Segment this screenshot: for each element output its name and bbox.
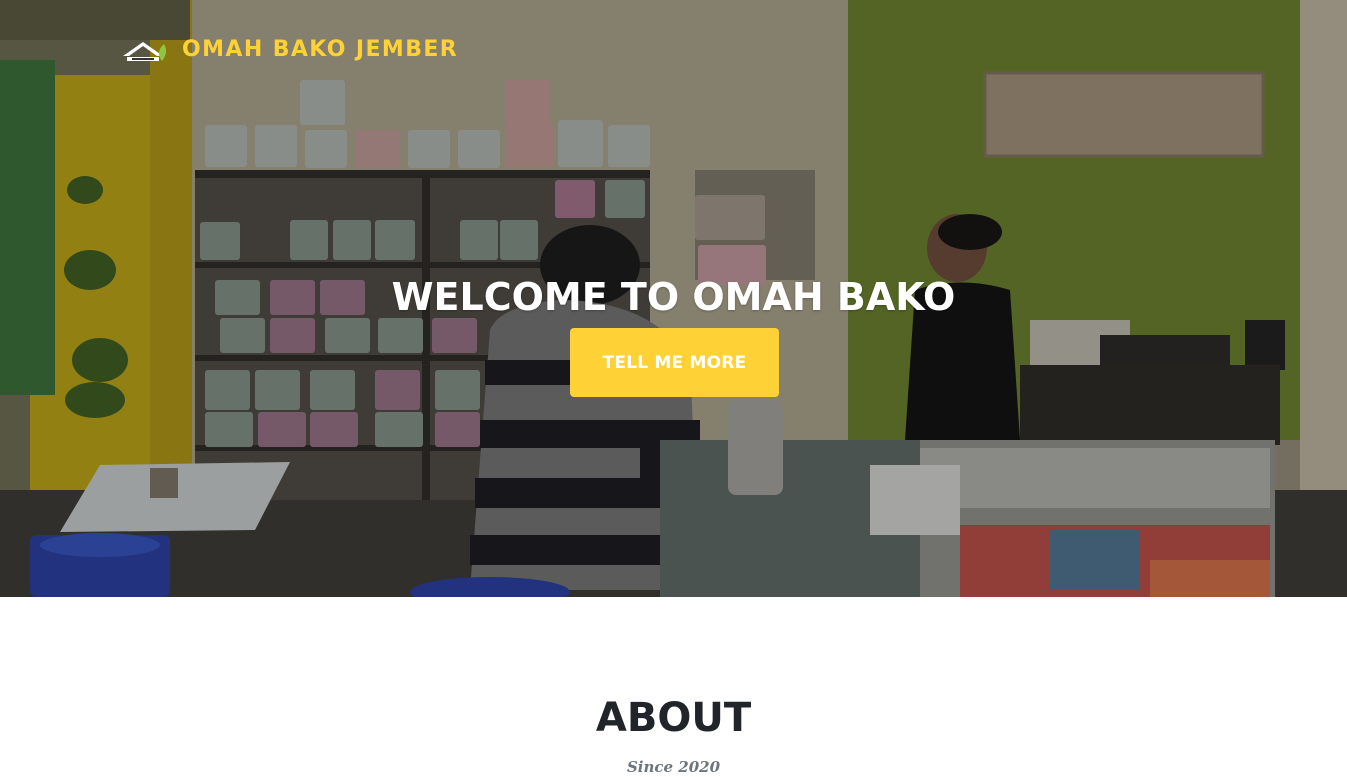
navbar-brand[interactable]: OMAH BAKO JEMBER — [121, 31, 458, 67]
hero-section: OMAH BAKO JEMBER WELCOME TO OMAH BAKO TE… — [0, 0, 1347, 597]
about-heading: ABOUT — [595, 695, 752, 741]
about-section: ABOUT Since 2020 — [0, 597, 1347, 776]
tell-me-more-button[interactable]: TELL ME MORE — [570, 328, 779, 397]
hero-title: WELCOME TO OMAH BAKO — [391, 275, 956, 319]
brand-name: OMAH BAKO JEMBER — [182, 36, 459, 62]
house-leaf-logo-icon — [123, 42, 167, 61]
about-subheading: Since 2020 — [626, 758, 721, 776]
navbar: OMAH BAKO JEMBER — [0, 0, 1347, 98]
